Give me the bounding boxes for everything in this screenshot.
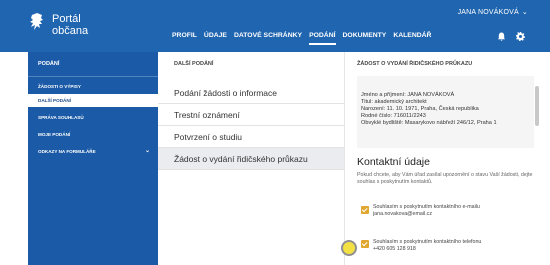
detail-birth-number: Rodné číslo: 716011/2243 — [361, 113, 426, 119]
sidebar-item-label: SPRÁVA SOUHLASŮ — [38, 115, 84, 120]
list-item[interactable]: Podání žádosti o informace — [158, 82, 344, 104]
bell-icon[interactable] — [497, 32, 506, 41]
detail-name: Jméno a příjmení: JANA NOVÁKOVÁ — [361, 92, 455, 98]
sidebar: PODÁNÍ ŽÁDOSTI O VÝPISY DALŠÍ PODÁNÍ SPR… — [28, 52, 158, 265]
sidebar-title: PODÁNÍ — [38, 61, 60, 67]
brand-line2: občana — [52, 25, 89, 37]
scrollbar[interactable] — [535, 86, 539, 126]
header: Portál občana JANA NOVÁKOVÁ ⌄ PROFIL ÚDAJ… — [0, 0, 550, 52]
detail-panel: ŽÁDOST O VYDÁNÍ ŘIDIČSKÉHO PRŮKAZU Jméno… — [344, 52, 542, 265]
sidebar-item-label: ODKAZY NA FORMULÁŘE — [38, 149, 96, 154]
brand-line1: Portál — [52, 13, 81, 25]
nav-datove-schranky[interactable]: DATOVÉ SCHRÁNKY — [234, 32, 302, 45]
list-item[interactable]: Potvrzení o studiu — [158, 126, 344, 148]
app: Portál občana JANA NOVÁKOVÁ ⌄ PROFIL ÚDAJ… — [0, 0, 550, 265]
email-consent: Souhlasím s poskytnutím kontaktního e-ma… — [373, 204, 480, 217]
brand[interactable]: Portál občana — [52, 13, 88, 37]
contact-heading: Kontaktní údaje — [357, 156, 430, 168]
chevron-down-icon: ⌄ — [521, 9, 528, 16]
nav-profil[interactable]: PROFIL — [172, 32, 197, 45]
detail-birth: Narození: 11. 10. 1971, Praha, Česká rep… — [361, 106, 479, 112]
list-item[interactable]: Žádost o vydání řidičského průkazu — [158, 148, 344, 170]
sidebar-item-dalsi-podani[interactable]: DALŠÍ PODÁNÍ — [28, 94, 158, 107]
detail-title-degree: Titul: akademický architekt — [361, 99, 427, 105]
email-value: jana.novakova@email.cz — [373, 210, 432, 217]
detail-address: Obvyklé bydliště: Masarykovo nábřeží 246… — [361, 120, 497, 126]
list-title: DALŠÍ PODÁNÍ — [174, 61, 214, 67]
sidebar-item-sprava-souhlasu[interactable]: SPRÁVA SOUHLASŮ — [28, 111, 158, 124]
user-name: JANA NOVÁKOVÁ — [457, 9, 519, 16]
sidebar-item-odkazy-na-formulare[interactable]: ODKAZY NA FORMULÁŘE ⌄ — [28, 145, 158, 158]
sidebar-item-label: DALŠÍ PODÁNÍ — [38, 98, 71, 103]
divider — [28, 76, 158, 77]
phone-consent: Souhlasím s poskytnutím kontaktního tele… — [373, 239, 481, 252]
chevron-down-icon: ⌄ — [144, 148, 150, 154]
nav-podani[interactable]: PODÁNÍ — [309, 32, 336, 45]
phone-value: +420 605 128 918 — [373, 245, 416, 252]
sidebar-item-moje-podani[interactable]: MOJE PODÁNÍ — [28, 128, 158, 141]
email-consent-checkbox[interactable] — [361, 206, 369, 214]
gear-icon[interactable] — [516, 32, 525, 41]
cursor-highlight-icon — [341, 240, 357, 256]
list-item[interactable]: Trestní oznámení — [158, 104, 344, 126]
email-consent-label: Souhlasím s poskytnutím kontaktního e-ma… — [373, 204, 480, 210]
sidebar-item-zadosti-o-vypisy[interactable]: ŽÁDOSTI O VÝPISY — [28, 80, 158, 93]
main-nav: PROFIL ÚDAJE DATOVÉ SCHRÁNKY PODÁNÍ DOKU… — [172, 32, 431, 45]
phone-consent-label: Souhlasím s poskytnutím kontaktního tele… — [373, 239, 482, 245]
personal-info-box — [357, 76, 534, 148]
detail-title: ŽÁDOST O VYDÁNÍ ŘIDIČSKÉHO PRŮKAZU — [357, 61, 473, 67]
phone-consent-checkbox[interactable] — [361, 240, 369, 248]
submission-list: DALŠÍ PODÁNÍ Podání žádosti o informace … — [158, 52, 344, 265]
lion-logo-icon[interactable] — [28, 12, 46, 34]
nav-dokumenty[interactable]: DOKUMENTY — [343, 32, 387, 45]
nav-udaje[interactable]: ÚDAJE — [204, 32, 227, 45]
sidebar-item-label: MOJE PODÁNÍ — [38, 132, 71, 137]
sidebar-item-label: ŽÁDOSTI O VÝPISY — [38, 84, 81, 89]
user-menu[interactable]: JANA NOVÁKOVÁ ⌄ — [458, 8, 528, 16]
header-icons — [497, 32, 525, 41]
contact-note: Pokud chcete, aby Vám úřad zasílal upozo… — [357, 172, 533, 185]
nav-kalendar[interactable]: KALENDÁŘ — [393, 32, 431, 45]
